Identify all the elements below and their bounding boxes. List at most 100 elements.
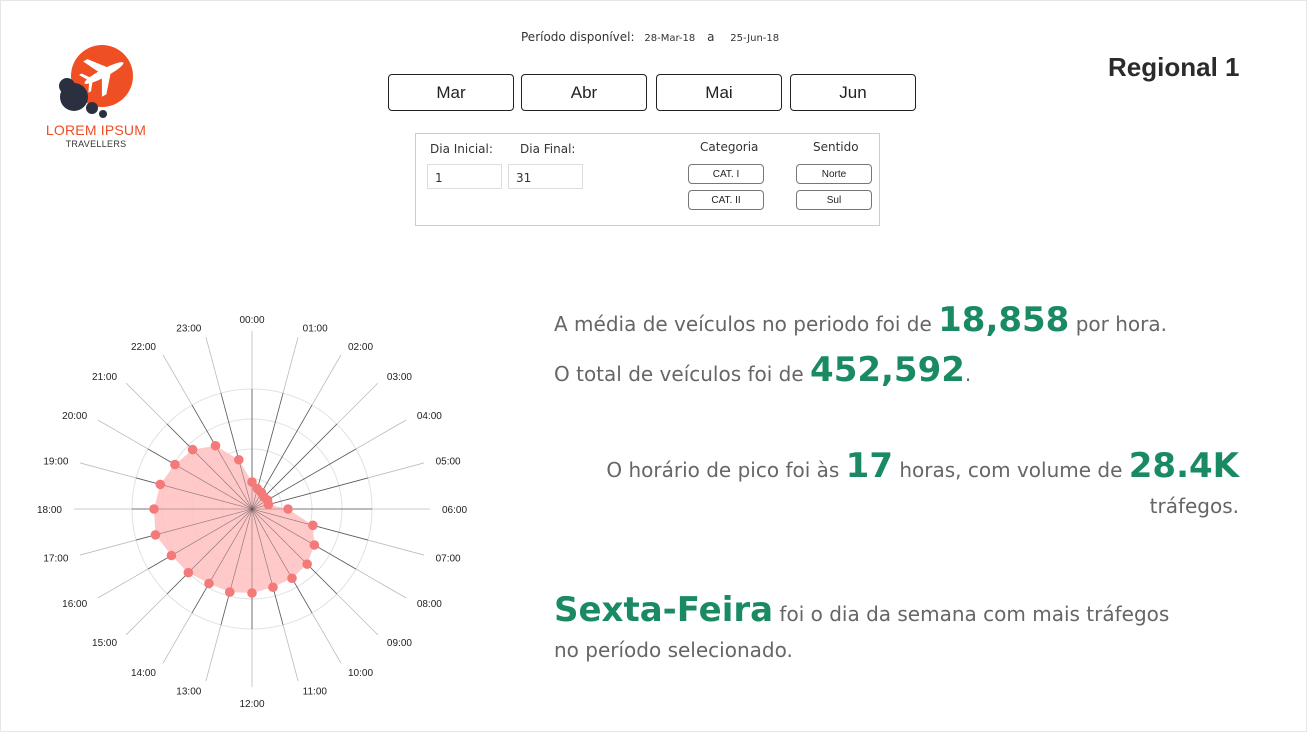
data-point-19:00: [155, 479, 166, 490]
average-value: 18,858: [938, 300, 1070, 340]
axis-label-21: 21:00: [92, 372, 117, 383]
data-point-20:00: [170, 459, 180, 470]
axis-leader-19: [79, 462, 137, 479]
data-point-16:00: [166, 550, 177, 561]
axis-label-6: 06:00: [442, 505, 467, 516]
axis-leader-11: [282, 624, 299, 682]
total-suffix: .: [964, 362, 972, 386]
axis-label-17: 17:00: [43, 554, 68, 565]
axis-label-23: 23:00: [176, 323, 201, 334]
start-day-input[interactable]: 1: [427, 164, 502, 189]
peak-hour: 17: [845, 446, 893, 486]
axis-leader-3: [336, 382, 379, 425]
logo-subtitle: TRAVELLERS: [65, 139, 127, 149]
data-point-10:00: [287, 573, 297, 584]
month-button-abr[interactable]: Abr: [521, 74, 647, 111]
axis-label-0: 00:00: [239, 315, 264, 326]
data-point-21:00: [187, 444, 198, 455]
axis-label-3: 03:00: [387, 372, 412, 383]
axis-label-1: 01:00: [303, 323, 328, 334]
direction-button-sul[interactable]: Sul: [796, 190, 872, 210]
period-label: Período disponível:: [521, 30, 635, 44]
axis-leader-14: [162, 612, 193, 664]
period-start: 28-Mar-18: [644, 33, 696, 44]
data-point-11:00: [268, 582, 278, 593]
month-button-mar[interactable]: Mar: [388, 74, 514, 111]
average-prefix: A média de veículos no periodo foi de: [554, 312, 932, 336]
peak-middle: horas, com volume de: [899, 458, 1123, 482]
axis-label-8: 08:00: [417, 599, 442, 610]
axis-label-15: 15:00: [92, 638, 117, 649]
axis-label-4: 04:00: [417, 411, 442, 422]
airplane-icon: [59, 45, 133, 118]
peak-statement: O horário de pico foi às 17 horas, com v…: [606, 446, 1239, 486]
start-day-label: Dia Inicial:: [430, 142, 493, 156]
axis-leader-16: [97, 568, 149, 599]
peak-suffix: tráfegos.: [1149, 494, 1239, 518]
period-end: 25-Jun-18: [730, 33, 780, 44]
direction-button-norte[interactable]: Norte: [796, 164, 872, 184]
data-point-14:00: [204, 578, 214, 589]
end-day-label: Dia Final:: [520, 142, 576, 156]
month-button-jun[interactable]: Jun: [790, 74, 916, 111]
axis-leader-5: [367, 462, 425, 479]
category-label: Categoria: [700, 140, 759, 154]
logo: LOREM IPSUM TRAVELLERS: [40, 42, 160, 154]
weekday-statement: Sexta-Feira foi o dia da semana com mais…: [554, 590, 1169, 630]
axis-leader-15: [125, 593, 168, 636]
axis-label-7: 07:00: [436, 554, 461, 565]
axis-leader-13: [205, 624, 222, 682]
data-point-22:00: [210, 440, 221, 451]
axis-leader-1: [282, 336, 299, 394]
axis-label-11: 11:00: [303, 687, 328, 698]
weekday-text-line-2: no período selecionado.: [554, 638, 793, 662]
axis-leader-23: [205, 336, 222, 394]
axis-label-13: 13:00: [176, 687, 201, 698]
data-point-07:00: [308, 520, 318, 531]
weekday-value: Sexta-Feira: [554, 590, 774, 630]
axis-label-19: 19:00: [43, 456, 68, 467]
axis-label-12: 12:00: [239, 699, 264, 710]
region-title: Regional 1: [1108, 52, 1240, 82]
axis-leader-4: [355, 419, 407, 450]
axis-leader-22: [162, 354, 193, 406]
total-statement: O total de veículos foi de 452,592.: [554, 350, 971, 390]
axis-label-22: 22:00: [131, 342, 156, 353]
axis-leader-7: [367, 539, 425, 556]
category-button-cat-i[interactable]: CAT. I: [688, 164, 764, 184]
total-prefix: O total de veículos foi de: [554, 362, 804, 386]
axis-leader-21: [125, 382, 168, 425]
axis-leader-20: [97, 419, 149, 450]
axis-leader-2: [311, 354, 342, 406]
axis-label-10: 10:00: [348, 668, 373, 679]
data-point-05:00: [263, 499, 274, 510]
hourly-traffic-radar-chart: 00:00 01:00 02:00 03:00 04:00 05:00 06:00 07:00…: [37, 315, 467, 710]
axis-label-9: 09:00: [387, 638, 412, 649]
direction-label: Sentido: [813, 140, 859, 154]
data-point-13:00: [224, 587, 235, 597]
axis-label-20: 20:00: [62, 411, 87, 422]
axis-label-18: 18:00: [37, 505, 62, 516]
axis-label-5: 05:00: [436, 456, 461, 467]
axis-leader-9: [336, 593, 379, 636]
data-point-12:00: [247, 588, 257, 598]
category-button-cat-ii[interactable]: CAT. II: [688, 190, 764, 210]
average-suffix: por hora.: [1075, 312, 1167, 336]
period-separator: a: [707, 30, 715, 44]
axis-label-2: 02:00: [348, 342, 373, 353]
weekday-text-line-1: foi o dia da semana com mais tráfegos: [779, 602, 1170, 626]
data-point-17:00: [150, 530, 161, 540]
data-point-18:00: [149, 504, 159, 514]
data-point-06:00: [283, 504, 293, 514]
axis-label-14: 14:00: [131, 668, 156, 679]
end-day-input[interactable]: 31: [508, 164, 583, 189]
filter-panel: Dia Inicial: Dia Final: 1 31 Categoria C…: [415, 133, 880, 226]
axis-leader-8: [355, 568, 407, 599]
total-value: 452,592: [810, 350, 965, 390]
month-button-mai[interactable]: Mai: [656, 74, 782, 111]
axis-leader-10: [311, 612, 342, 664]
peak-volume: 28.4K: [1128, 446, 1239, 486]
available-period: Período disponível: 28-Mar-18 a 25-Jun-1…: [521, 30, 779, 44]
average-statement: A média de veículos no periodo foi de 18…: [554, 300, 1167, 340]
logo-brand: LOREM IPSUM: [45, 122, 147, 138]
